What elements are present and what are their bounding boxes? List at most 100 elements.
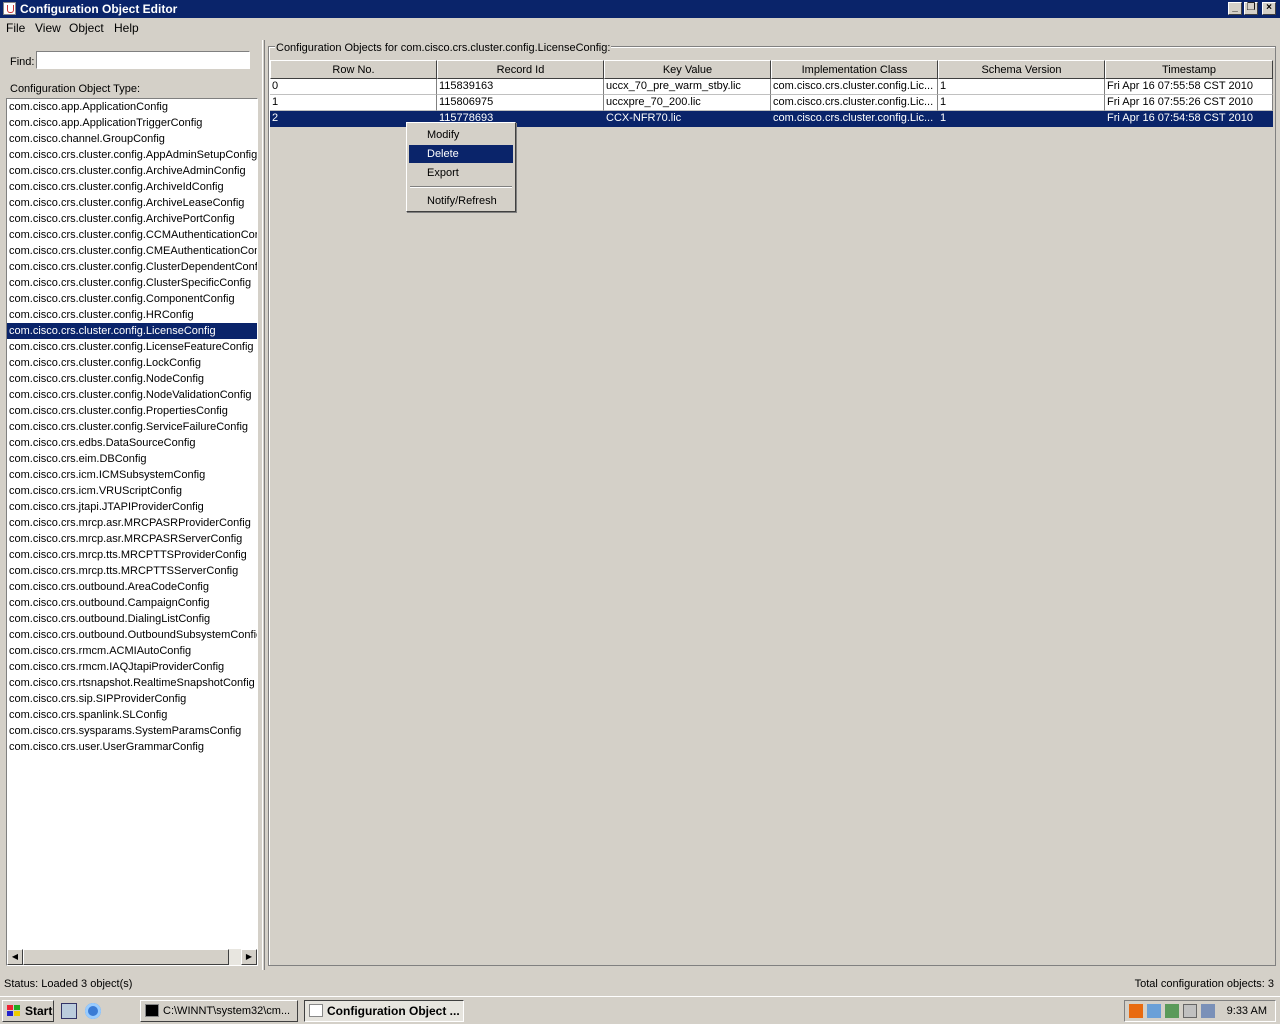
type-list[interactable]: com.cisco.app.ApplicationConfig com.cisco… <box>6 98 258 966</box>
type-list-item[interactable]: com.cisco.crs.cluster.config.ClusterDepe… <box>7 259 257 275</box>
scroll-right-icon[interactable]: ▶ <box>241 949 257 965</box>
context-item-delete[interactable]: Delete <box>409 145 513 163</box>
split-divider[interactable] <box>262 40 265 970</box>
type-list-item[interactable]: com.cisco.crs.icm.VRUScriptConfig <box>7 483 257 499</box>
type-list-item[interactable]: com.cisco.crs.cluster.config.LicenseConf… <box>7 323 257 339</box>
type-list-item[interactable]: com.cisco.crs.cluster.config.CCMAuthenti… <box>7 227 257 243</box>
type-list-item[interactable]: com.cisco.crs.cluster.config.ArchivePort… <box>7 211 257 227</box>
type-list-item[interactable]: com.cisco.crs.mrcp.tts.MRCPTTSServerConf… <box>7 563 257 579</box>
type-list-item[interactable]: com.cisco.crs.rmcm.ACMIAutoConfig <box>7 643 257 659</box>
table-row[interactable]: 0 115839163 uccx_70_pre_warm_stby.lic com.c… <box>270 79 1273 95</box>
java-icon <box>3 2 16 15</box>
menu-file[interactable]: File <box>6 21 25 35</box>
type-list-item[interactable]: com.cisco.crs.mrcp.asr.MRCPASRProviderCo… <box>7 515 257 531</box>
table-cell: 0 <box>270 79 437 95</box>
column-header[interactable]: Record Id <box>437 60 604 79</box>
type-list-item[interactable]: com.cisco.crs.spanlink.SLConfig <box>7 707 257 723</box>
menu-bar: File View Object Help <box>0 18 1280 38</box>
tray-service-icon[interactable] <box>1165 1004 1179 1018</box>
tray-device-icon[interactable] <box>1183 1004 1197 1018</box>
horizontal-scrollbar[interactable]: ◀ ▶ <box>7 949 257 965</box>
type-list-item[interactable]: com.cisco.crs.outbound.OutboundSubsystem… <box>7 627 257 643</box>
scroll-left-icon[interactable]: ◀ <box>7 949 23 965</box>
type-list-item[interactable]: com.cisco.crs.cluster.config.ArchiveLeas… <box>7 195 257 211</box>
table-cell: com.cisco.crs.cluster.config.Lic... <box>771 111 938 127</box>
type-list-item[interactable]: com.cisco.crs.cluster.config.ArchiveIdCo… <box>7 179 257 195</box>
tray-monitor-icon[interactable] <box>1201 1004 1215 1018</box>
scroll-thumb[interactable] <box>23 949 229 965</box>
type-list-item[interactable]: com.cisco.crs.mrcp.asr.MRCPASRServerConf… <box>7 531 257 547</box>
column-header[interactable]: Row No. <box>270 60 437 79</box>
objects-group-title: Configuration Objects for com.cisco.crs.… <box>275 42 612 54</box>
type-list-item[interactable]: com.cisco.crs.mrcp.tts.MRCPTTSProviderCo… <box>7 547 257 563</box>
type-list-item[interactable]: com.cisco.crs.outbound.CampaignConfig <box>7 595 257 611</box>
restore-button[interactable]: ❐ <box>1244 2 1258 15</box>
menu-view[interactable]: View <box>35 21 61 35</box>
type-list-item[interactable]: com.cisco.crs.outbound.DialingListConfig <box>7 611 257 627</box>
table-cell: uccx_70_pre_warm_stby.lic <box>604 79 771 95</box>
column-header[interactable]: Timestamp <box>1105 60 1273 79</box>
type-list-item[interactable]: com.cisco.crs.outbound.AreaCodeConfig <box>7 579 257 595</box>
title-bar: Configuration Object Editor _ ❐ × <box>0 0 1280 18</box>
column-header[interactable]: Schema Version <box>938 60 1105 79</box>
context-menu: Modify Delete Export Notify/Refresh <box>406 122 516 212</box>
status-bar: Status: Loaded 3 object(s) Total configu… <box>0 974 1280 994</box>
start-button[interactable]: Start <box>2 1000 54 1022</box>
minimize-button[interactable]: _ <box>1228 2 1242 15</box>
type-list-item[interactable]: com.cisco.crs.cluster.config.ArchiveAdmi… <box>7 163 257 179</box>
table-row[interactable]: 1 115806975 uccxpre_70_200.lic com.cisco.cr… <box>270 95 1273 111</box>
show-desktop-icon[interactable] <box>61 1003 77 1019</box>
internet-explorer-icon[interactable] <box>85 1003 101 1019</box>
table-cell: uccxpre_70_200.lic <box>604 95 771 111</box>
type-list-item[interactable]: com.cisco.app.ApplicationConfig <box>7 99 257 115</box>
task-button-config-editor[interactable]: Configuration Object ... <box>304 1000 464 1022</box>
type-list-item[interactable]: com.cisco.crs.jtapi.JTAPIProviderConfig <box>7 499 257 515</box>
type-list-item[interactable]: com.cisco.crs.cluster.config.PropertiesC… <box>7 403 257 419</box>
context-item-modify[interactable]: Modify <box>409 126 513 144</box>
type-list-item[interactable]: com.cisco.crs.rtsnapshot.RealtimeSnapsho… <box>7 675 257 691</box>
table-cell: 1 <box>938 95 1105 111</box>
type-list-item[interactable]: com.cisco.channel.GroupConfig <box>7 131 257 147</box>
total-objects-text: Total configuration objects: 3 <box>1134 978 1274 990</box>
type-list-item[interactable]: com.cisco.crs.eim.DBConfig <box>7 451 257 467</box>
menu-help[interactable]: Help <box>114 21 139 35</box>
column-header[interactable]: Key Value <box>604 60 771 79</box>
task-label-config-editor: Configuration Object ... <box>327 1004 460 1018</box>
task-button-cmd[interactable]: C:\WINNT\system32\cm... <box>140 1000 298 1022</box>
close-button[interactable]: × <box>1262 2 1276 15</box>
context-item-notify-refresh[interactable]: Notify/Refresh <box>409 192 513 210</box>
type-list-item[interactable]: com.cisco.crs.cluster.config.NodeValidat… <box>7 387 257 403</box>
type-list-item[interactable]: com.cisco.crs.cluster.config.ClusterSpec… <box>7 275 257 291</box>
table-cell: 115806975 <box>437 95 604 111</box>
type-list-item[interactable]: com.cisco.crs.cluster.config.ComponentCo… <box>7 291 257 307</box>
table-cell: 1 <box>938 79 1105 95</box>
type-list-item[interactable]: com.cisco.crs.icm.ICMSubsystemConfig <box>7 467 257 483</box>
menu-object[interactable]: Object <box>69 21 104 35</box>
type-list-item[interactable]: com.cisco.crs.cluster.config.LicenseFeat… <box>7 339 257 355</box>
tray-alert-icon[interactable] <box>1129 1004 1143 1018</box>
table-cell: Fri Apr 16 07:54:58 CST 2010 <box>1105 111 1273 127</box>
context-separator <box>410 186 512 188</box>
find-input[interactable] <box>36 51 250 69</box>
table-cell: CCX-NFR70.lic <box>604 111 771 127</box>
type-list-item[interactable]: com.cisco.crs.edbs.DataSourceConfig <box>7 435 257 451</box>
type-list-item[interactable]: com.cisco.crs.cluster.config.HRConfig <box>7 307 257 323</box>
window-title: Configuration Object Editor <box>20 2 178 16</box>
tray-network-icon[interactable] <box>1147 1004 1161 1018</box>
type-list-item[interactable]: com.cisco.crs.cluster.config.ServiceFail… <box>7 419 257 435</box>
type-list-item[interactable]: com.cisco.crs.cluster.config.NodeConfig <box>7 371 257 387</box>
context-item-export[interactable]: Export <box>409 164 513 182</box>
type-list-item[interactable]: com.cisco.crs.user.UserGrammarConfig <box>7 739 257 755</box>
type-list-item[interactable]: com.cisco.app.ApplicationTriggerConfig <box>7 115 257 131</box>
type-list-item[interactable]: com.cisco.crs.sysparams.SystemParamsConf… <box>7 723 257 739</box>
java-icon <box>309 1004 323 1017</box>
type-list-item[interactable]: com.cisco.crs.rmcm.IAQJtapiProviderConfi… <box>7 659 257 675</box>
type-list-item[interactable]: com.cisco.crs.cluster.config.LockConfig <box>7 355 257 371</box>
type-list-item[interactable]: com.cisco.crs.cluster.config.CMEAuthenti… <box>7 243 257 259</box>
command-prompt-icon <box>145 1004 159 1017</box>
type-list-item[interactable]: com.cisco.crs.sip.SIPProviderConfig <box>7 691 257 707</box>
type-list-item[interactable]: com.cisco.crs.cluster.config.AppAdminSet… <box>7 147 257 163</box>
column-header[interactable]: Implementation Class <box>771 60 938 79</box>
type-list-label: Configuration Object Type: <box>10 83 141 95</box>
start-label: Start <box>25 1004 53 1018</box>
